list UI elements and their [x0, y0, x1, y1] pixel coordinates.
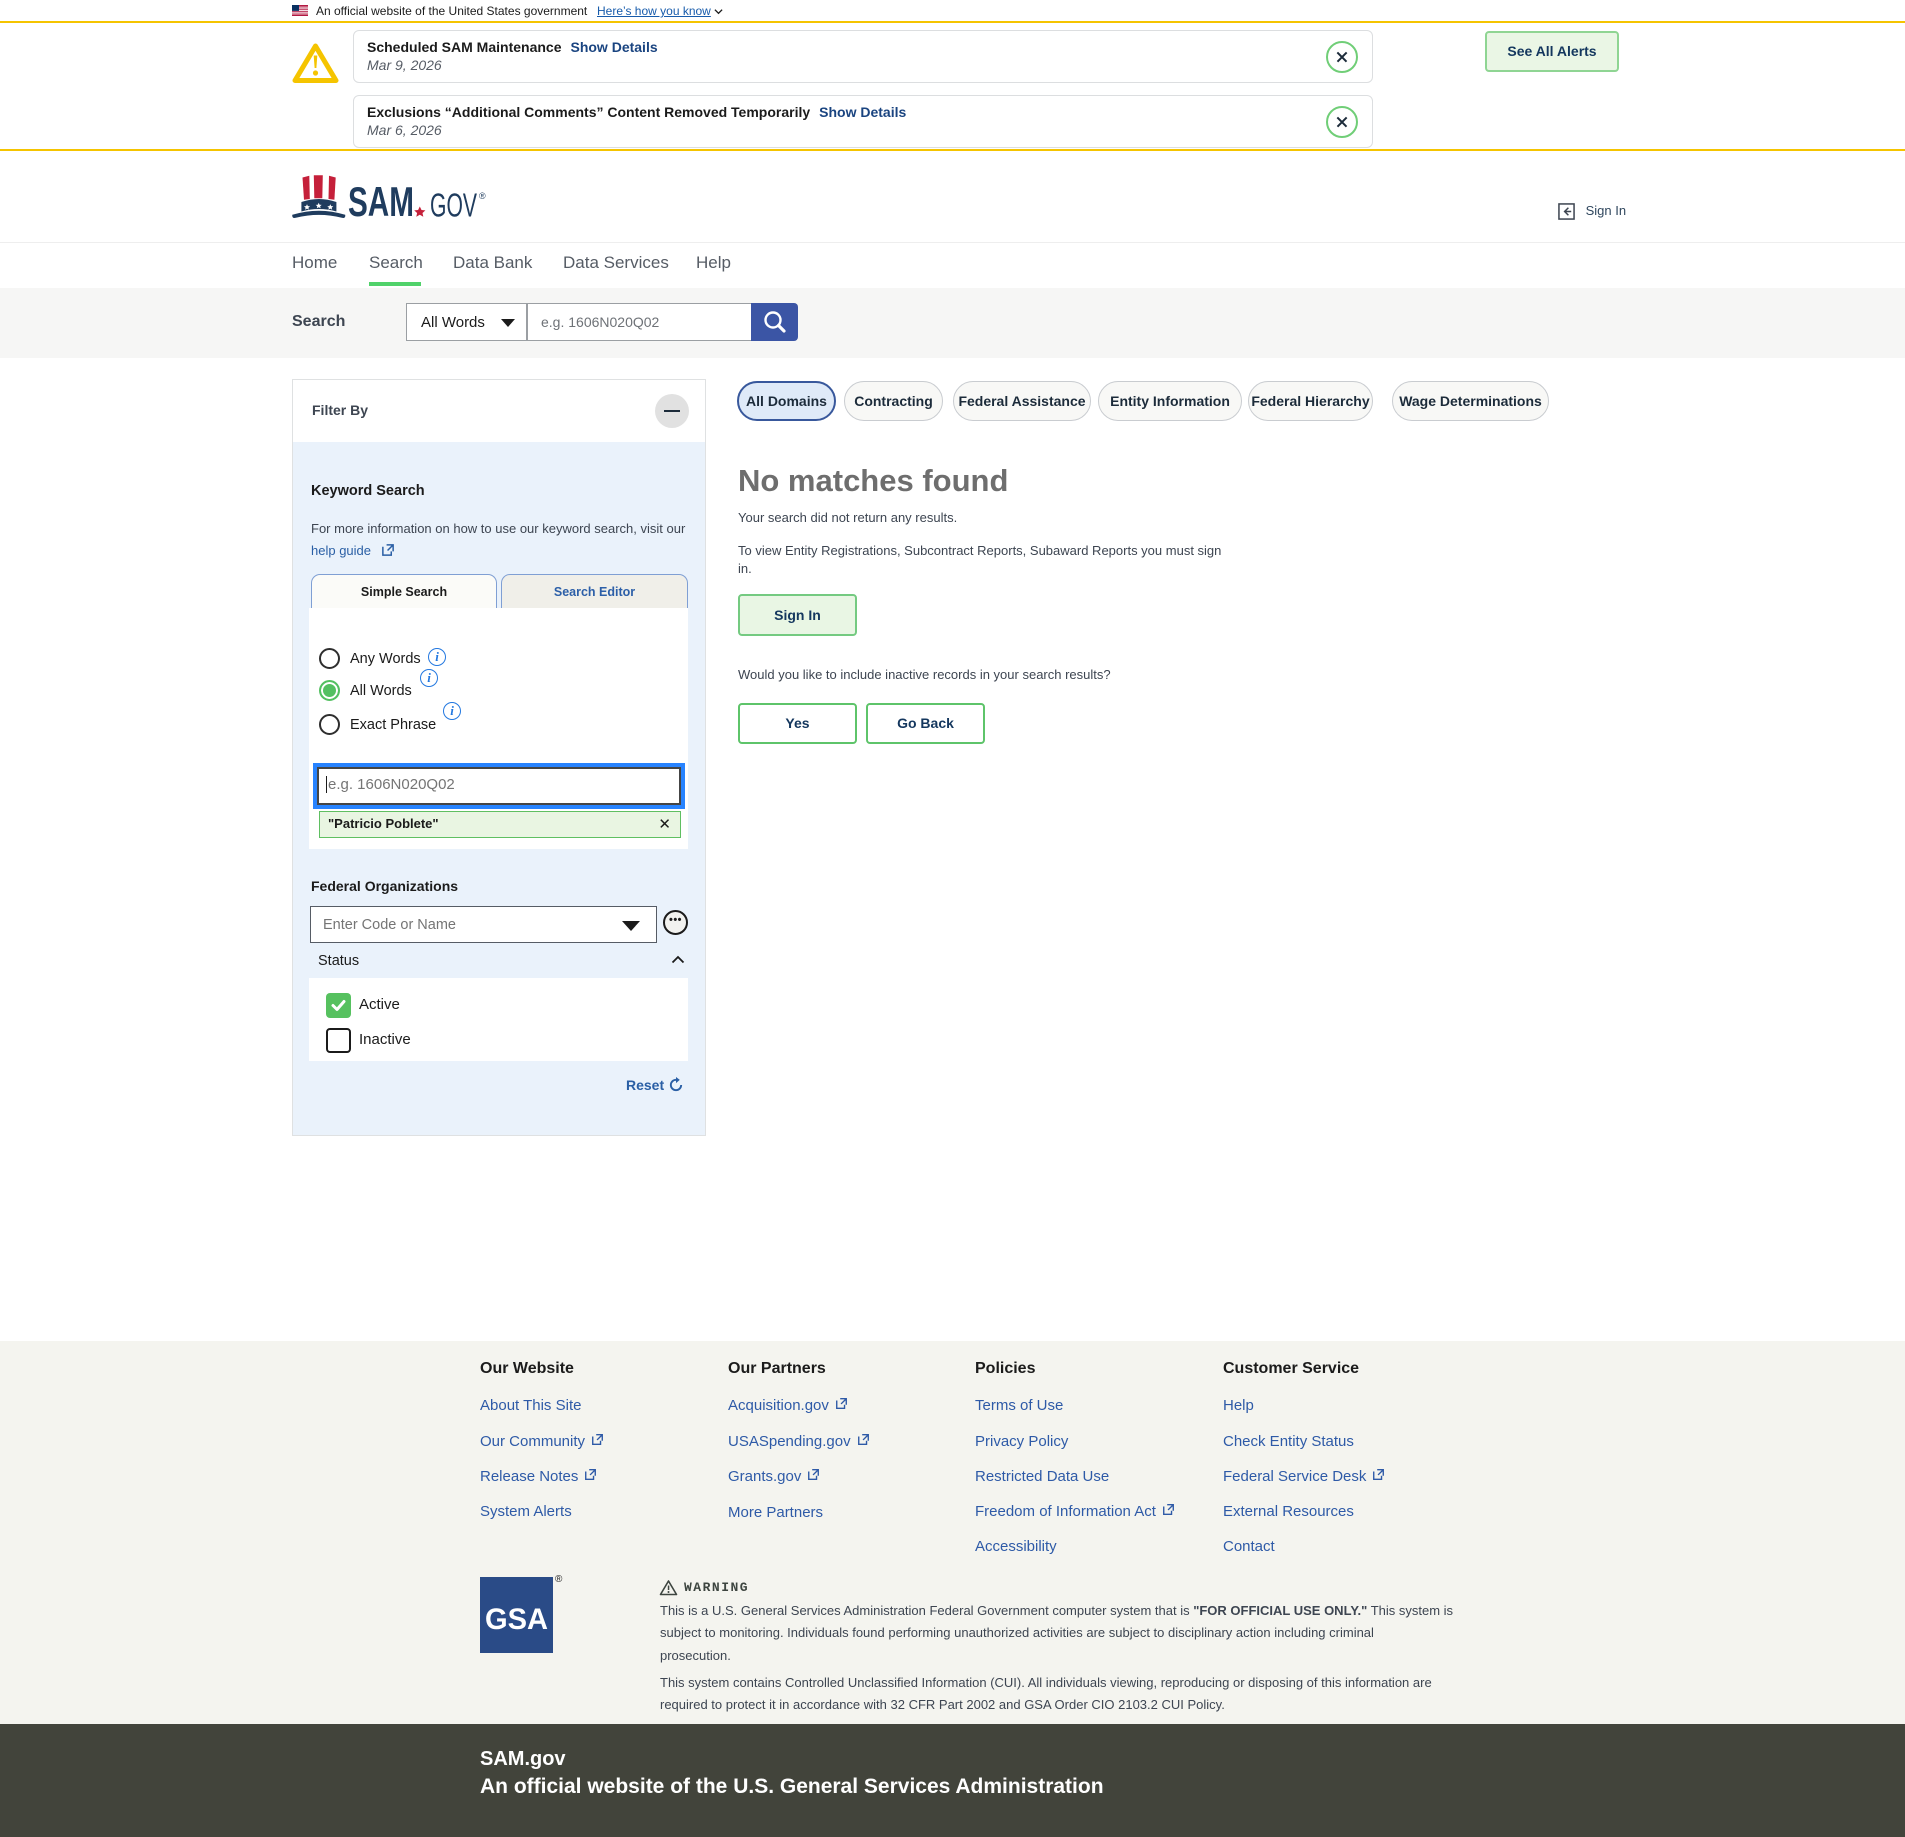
svg-text:GOV: GOV	[430, 186, 477, 223]
svg-text:SAM: SAM	[348, 178, 414, 225]
svg-text:®: ®	[479, 191, 486, 201]
svg-text:GSA: GSA	[485, 1603, 548, 1636]
